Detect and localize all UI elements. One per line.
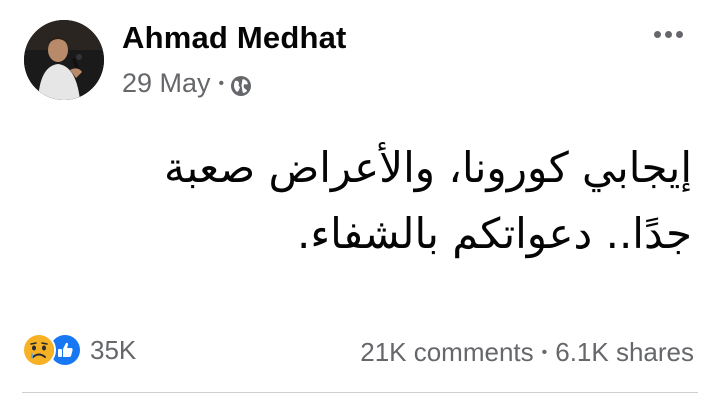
post-text-line-1: إيجابي كورونا، والأعراض صعبة: [163, 143, 692, 192]
post-text: إيجابي كورونا، والأعراض صعبة جدًا.. دعوا…: [72, 135, 692, 267]
author-name[interactable]: Ahmad Medhat: [122, 20, 347, 56]
post-text-line-2: جدًا.. دعواتكم بالشفاء.: [297, 209, 692, 258]
avatar-photo: [24, 20, 104, 100]
post-meta: 29 May •: [122, 68, 252, 99]
reactions-summary[interactable]: 35K: [22, 333, 136, 367]
sad-icon: [22, 333, 56, 367]
post-card: Ahmad Medhat 29 May • إيجابي كورونا، وال…: [0, 0, 720, 411]
dot-2: [664, 30, 672, 38]
footer-divider: [22, 392, 698, 393]
post-date[interactable]: 29 May: [122, 68, 211, 99]
author-avatar[interactable]: [24, 20, 104, 100]
dot-3: [675, 30, 683, 38]
globe-icon[interactable]: [230, 73, 252, 96]
comments-link[interactable]: 21K comments: [360, 337, 533, 368]
post-stats: 21K comments • 6.1K shares: [360, 337, 694, 368]
more-options-icon[interactable]: [646, 18, 690, 50]
stats-separator: •: [541, 343, 548, 361]
shares-link[interactable]: 6.1K shares: [555, 337, 694, 368]
meta-separator: •: [218, 74, 225, 92]
reactions-count: 35K: [90, 334, 137, 365]
dot-1: [653, 30, 661, 38]
